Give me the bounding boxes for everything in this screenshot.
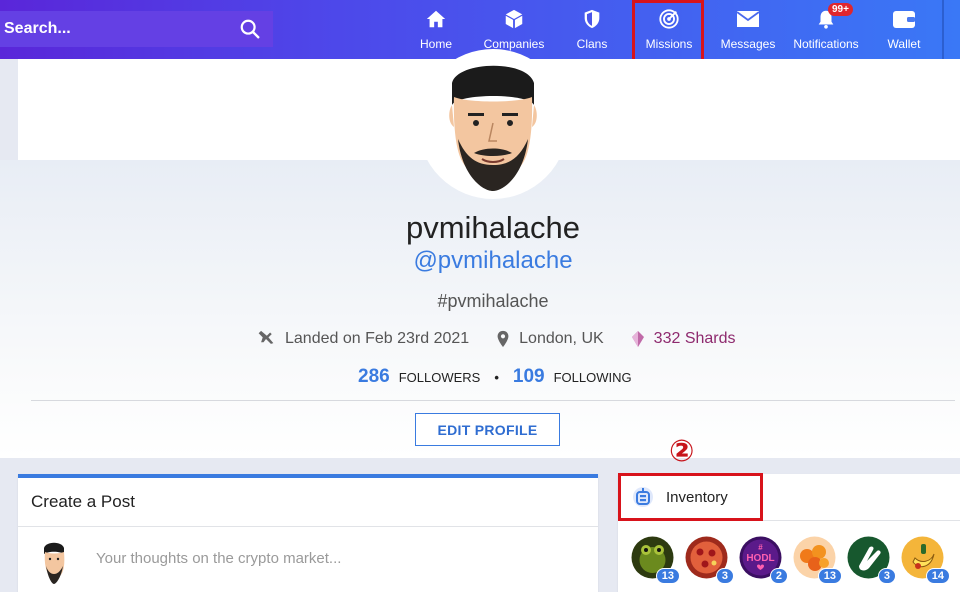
search-box[interactable]	[0, 11, 273, 47]
profile-display-name: pvmihalache	[405, 210, 581, 245]
create-post-divider	[18, 526, 598, 527]
item-count: 3	[877, 568, 896, 584]
avatar-portrait-icon	[422, 53, 564, 195]
create-post-card: Create a Post	[18, 474, 598, 592]
landed-info: Landed on Feb 23rd 2021	[256, 330, 469, 348]
annotation-number-2: ②	[669, 434, 695, 469]
follow-stats: 286 FOLLOWERS • 109 FOLLOWING	[358, 366, 632, 388]
nav-label-messages: Messages	[720, 37, 776, 51]
followers-label[interactable]: FOLLOWERS	[399, 370, 481, 385]
nav-messages[interactable]: Messages	[718, 0, 778, 59]
nav-divider	[942, 0, 944, 59]
svg-text:#: #	[758, 543, 763, 552]
cube-icon	[502, 7, 526, 31]
nav-notifications[interactable]: 99+ Notifications	[790, 0, 862, 59]
search-icon[interactable]	[239, 18, 261, 40]
item-count: 3	[715, 568, 734, 584]
item-count: 13	[655, 568, 680, 584]
home-icon	[424, 7, 448, 31]
nav-label-notifications: Notifications	[793, 37, 859, 51]
notification-badge: 99+	[828, 3, 853, 16]
inventory-item-4[interactable]: 13	[793, 536, 842, 584]
create-post-title: Create a Post	[31, 492, 135, 511]
nav-label-wallet: Wallet	[887, 37, 921, 51]
profile-handle[interactable]: @pvmihalache	[0, 247, 960, 275]
nav-label-clans: Clans	[576, 37, 608, 51]
envelope-icon	[736, 7, 760, 31]
inventory-item-5[interactable]: 3	[847, 536, 896, 584]
search-input[interactable]	[4, 20, 239, 38]
follow-separator: •	[494, 370, 499, 385]
item-count: 14	[925, 568, 950, 584]
shard-gem-icon	[631, 331, 644, 347]
profile-divider	[31, 400, 955, 401]
plane-landing-icon	[258, 330, 274, 344]
svg-text:HODL: HODL	[746, 553, 774, 564]
inventory-item-2[interactable]: 3	[685, 536, 734, 584]
post-text-input[interactable]	[96, 550, 576, 567]
shield-icon	[580, 7, 604, 31]
profile-avatar[interactable]	[418, 49, 568, 199]
landed-date-text: Landed on Feb 23rd 2021	[285, 330, 470, 347]
item-count: 2	[769, 568, 788, 584]
shards-info[interactable]: 332 Shards	[631, 330, 736, 348]
nav-clans[interactable]: Clans	[573, 0, 611, 59]
profile-meta-row: Landed on Feb 23rd 2021 London, UK 332 S…	[256, 329, 763, 349]
location-info: London, UK	[496, 330, 604, 348]
profile-hashtag: #pvmihalache	[437, 291, 549, 311]
nav-home[interactable]: Home	[415, 0, 457, 59]
edit-profile-button[interactable]: EDIT PROFILE	[415, 413, 560, 446]
location-pin-icon	[497, 330, 509, 348]
bell-icon: 99+	[814, 3, 853, 31]
user-avatar-small	[44, 542, 65, 584]
nav-label-home: Home	[419, 37, 452, 51]
inventory-item-3[interactable]: # HODL 2	[739, 536, 788, 584]
inventory-item-6[interactable]: 14	[901, 536, 950, 584]
following-label[interactable]: FOLLOWING	[554, 370, 632, 385]
item-count: 13	[817, 568, 842, 584]
inventory-highlight-box	[618, 473, 763, 521]
followers-count[interactable]: 286	[358, 366, 390, 388]
location-text: London, UK	[519, 330, 604, 347]
nav-wallet[interactable]: Wallet	[884, 0, 924, 59]
inventory-item-1[interactable]: 13	[631, 536, 680, 584]
following-count[interactable]: 109	[513, 366, 545, 388]
shards-text[interactable]: 332 Shards	[654, 330, 736, 348]
wallet-icon	[892, 7, 916, 31]
